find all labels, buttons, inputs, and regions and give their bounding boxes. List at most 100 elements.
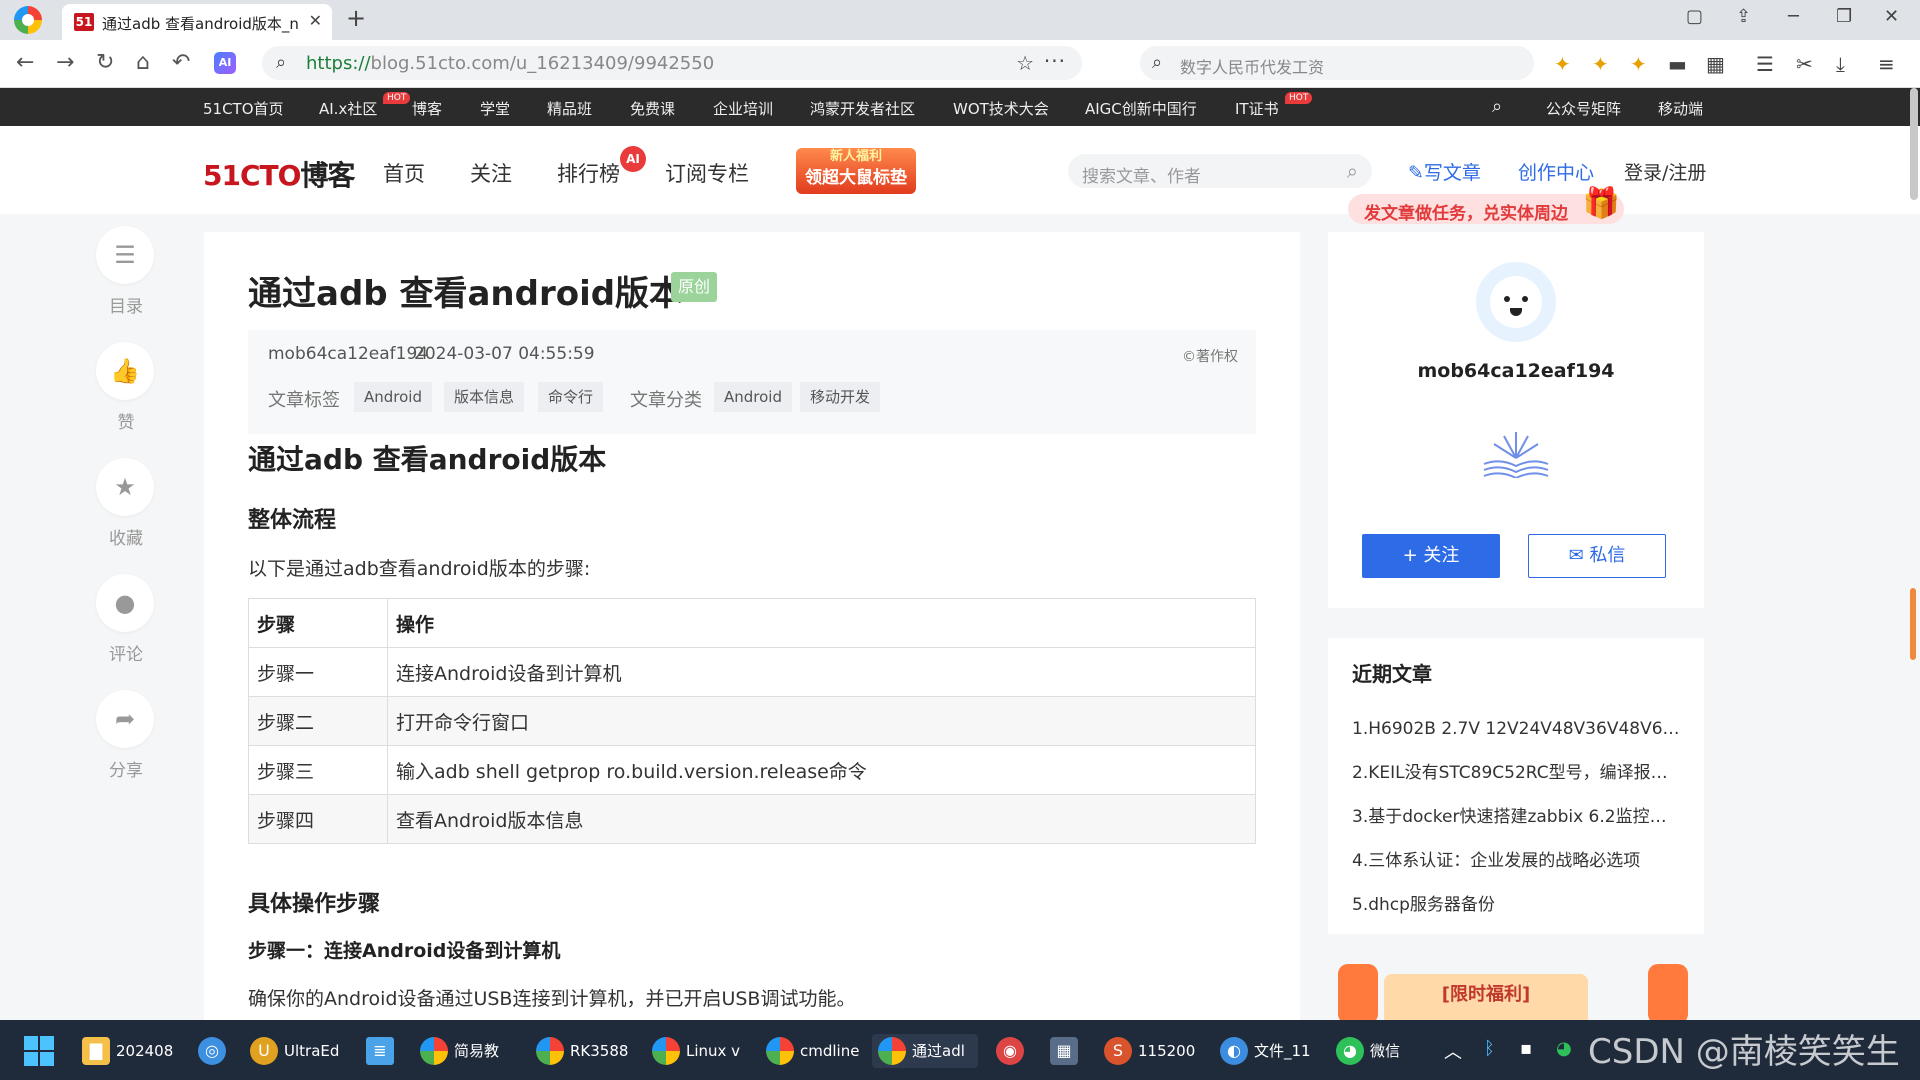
extension-1-icon[interactable]: ✦ — [1554, 52, 1571, 76]
tag-version-info[interactable]: 版本信息 — [444, 382, 525, 412]
taskbar-wechat[interactable]: ◕ 微信 — [1330, 1034, 1400, 1068]
topnav-academy[interactable]: 学堂 — [480, 98, 510, 119]
undo-close-icon[interactable]: ↶ — [172, 50, 190, 75]
apps-grid-icon[interactable]: ▦ — [1706, 52, 1725, 76]
side-tool-like[interactable]: 👍 赞 — [96, 342, 156, 433]
topnav-it-cert[interactable]: IT证书 HOT — [1235, 92, 1313, 119]
tag-command-line[interactable]: 命令行 — [538, 382, 604, 412]
creator-center-link[interactable]: 创作中心 — [1518, 158, 1594, 185]
topnav-harmony-community[interactable]: 鸿蒙开发者社区 — [810, 98, 915, 119]
extension-3-icon[interactable]: ✦ — [1630, 52, 1647, 76]
category-mobile-dev[interactable]: 移动开发 — [800, 382, 881, 412]
task-banner[interactable]: 发文章做任务，兑实体周边 🎁 — [1348, 186, 1624, 224]
bookmark-star-icon[interactable]: ☆ — [1016, 51, 1034, 75]
serial-tool-icon: S — [1104, 1037, 1132, 1065]
side-tool-share[interactable]: ➦ 分享 — [96, 690, 156, 781]
table-cell: 步骤二 — [248, 696, 388, 746]
taskbar-browser-active[interactable]: 通过adl — [872, 1034, 978, 1068]
taskbar-folder[interactable]: ▇ 202408 — [76, 1034, 173, 1068]
article-meta: mob64ca12eaf194 2024-03-07 04:55:59 ©著作权… — [248, 330, 1256, 434]
windows-start-icon[interactable] — [24, 1036, 54, 1066]
back-icon[interactable]: ← — [16, 50, 34, 75]
tab-close-icon[interactable]: ✕ — [309, 11, 322, 30]
taskbar-browser-3[interactable]: Linux v — [646, 1034, 740, 1068]
nav-home[interactable]: 首页 — [383, 158, 425, 188]
side-tool-comment[interactable]: ● 评论 — [96, 574, 156, 665]
browser-menu-icon[interactable]: ≡ — [1878, 52, 1895, 76]
topnav-search-icon[interactable]: ⌕ — [1492, 96, 1502, 117]
close-window-icon[interactable]: ✕ — [1884, 6, 1899, 27]
topnav-wechat-matrix[interactable]: 公众号矩阵 — [1546, 98, 1621, 119]
browser-tab-active[interactable]: 51 通过adb 查看android版本_n ✕ — [62, 4, 332, 40]
nav-follow[interactable]: 关注 — [470, 158, 512, 188]
taskbar-serial-tool[interactable]: S 115200 — [1098, 1034, 1195, 1068]
more-icon[interactable]: ··· — [1044, 49, 1066, 73]
home-icon[interactable]: ⌂ — [136, 50, 150, 75]
login-register-link[interactable]: 登录/注册 — [1624, 158, 1706, 185]
taskbar-browser-1[interactable]: 简易教 — [414, 1034, 499, 1068]
download-icon[interactable]: ⤓ — [1836, 52, 1845, 76]
category-android[interactable]: Android — [714, 382, 792, 412]
side-tool-toc[interactable]: ☰ 目录 — [96, 226, 156, 317]
topnav-ai-community[interactable]: AI.x社区 HOT — [319, 92, 411, 119]
side-tool-favorite[interactable]: ★ 收藏 — [96, 458, 156, 549]
browser-search-input[interactable]: ⌕ 数字人民币代发工资 — [1140, 46, 1534, 80]
tab-count-icon[interactable]: ▢ — [1686, 6, 1703, 27]
browser-icon — [766, 1037, 794, 1065]
write-article-button[interactable]: ✎写文章 — [1408, 158, 1481, 185]
extension-2-icon[interactable]: ✦ — [1592, 52, 1609, 76]
taskbar-ultraedit[interactable]: U UltraEd — [244, 1034, 339, 1068]
topnav-wot-conference[interactable]: WOT技术大会 — [953, 98, 1049, 119]
article-search-input[interactable]: 搜索文章、作者 ⌕ — [1068, 154, 1372, 188]
private-message-button[interactable]: ✉ 私信 — [1528, 534, 1666, 578]
taskbar-app[interactable]: ◉ — [990, 1034, 1030, 1068]
recent-article-link[interactable]: 1.H6902B 2.7V 12V24V48V36V48V60V72V80V降压… — [1352, 714, 1682, 739]
topnav-free-course[interactable]: 免费课 — [630, 98, 675, 119]
bluetooth-icon[interactable]: ᛒ — [1484, 1038, 1495, 1059]
taskbar-calculator[interactable]: ▦ — [1044, 1034, 1084, 1068]
tray-overflow-icon[interactable]: ︿ — [1444, 1038, 1462, 1064]
scissors-icon[interactable]: ✂ — [1796, 52, 1813, 76]
recent-article-link[interactable]: 3.基于docker快速搭建zabbix 6.2监控平台 — [1352, 802, 1682, 827]
topnav-mobile[interactable]: 移动端 — [1658, 98, 1703, 119]
card-icon[interactable]: ▬ — [1668, 52, 1687, 76]
browser-logo-icon[interactable] — [14, 6, 42, 34]
recent-article-link[interactable]: 4.三体系认证：企业发展的战略必选项 — [1352, 846, 1682, 871]
blog-logo[interactable]: 51CTO博客 — [203, 154, 355, 194]
topnav-enterprise-training[interactable]: 企业培训 — [713, 98, 773, 119]
nav-ranking[interactable]: 排行榜 — [557, 158, 620, 188]
taskbar-files[interactable]: ◐ 文件_11 — [1214, 1034, 1311, 1068]
follow-button[interactable]: + 关注 — [1362, 534, 1500, 578]
topnav-blog[interactable]: 博客 — [412, 98, 442, 119]
search-icon[interactable]: ⌕ — [1347, 159, 1358, 183]
recent-article-link[interactable]: 2.KEIL没有STC89C52RC型号，编译报错怎么办 — [1352, 758, 1682, 783]
taskbar-notepad[interactable]: ≣ — [360, 1034, 400, 1068]
topnav-aigc-tour[interactable]: AIGC创新中国行 — [1085, 98, 1197, 119]
nav-subscribe-column[interactable]: 订阅专栏 — [665, 158, 749, 188]
restore-icon[interactable]: ❐ — [1836, 6, 1852, 27]
tag-android[interactable]: Android — [354, 382, 432, 412]
reload-icon[interactable]: ↻ — [96, 50, 114, 75]
limited-offer-ad[interactable]: [限时福利] — [1328, 964, 1704, 1024]
forward-icon[interactable]: → — [56, 50, 74, 75]
new-tab-icon[interactable]: + — [346, 4, 366, 32]
avatar[interactable] — [1476, 262, 1556, 342]
taskbar-browser-4[interactable]: cmdline — [760, 1034, 859, 1068]
ai-assistant-icon[interactable]: AI — [214, 52, 236, 74]
pin-icon[interactable]: ⇪ — [1736, 6, 1751, 27]
url-text[interactable]: https://blog.51cto.com/u_16213409/994255… — [306, 53, 714, 74]
topnav-premium-class[interactable]: 精品班 — [547, 98, 592, 119]
tray-app-icon[interactable]: ▪ — [1520, 1038, 1532, 1059]
recent-article-link[interactable]: 5.dhcp服务器备份 — [1352, 890, 1682, 915]
taskbar-app[interactable]: ◎ — [192, 1034, 232, 1068]
taskbar-browser-2[interactable]: RK3588 — [530, 1034, 628, 1068]
author-name[interactable]: mob64ca12eaf194 — [1328, 360, 1704, 382]
favorites-icon[interactable]: ☰ — [1756, 52, 1774, 76]
newcomer-promo-banner[interactable]: 新人福利 领超大鼠标垫 — [796, 148, 916, 194]
url-field[interactable]: ⌕ https://blog.51cto.com/u_16213409/9942… — [262, 46, 1082, 80]
minimize-icon[interactable]: ─ — [1788, 6, 1799, 27]
tray-wechat-icon[interactable]: ◕ — [1556, 1038, 1572, 1059]
topnav-51cto-home[interactable]: 51CTO首页 — [203, 98, 284, 119]
meta-author-link[interactable]: mob64ca12eaf194 — [268, 344, 428, 364]
page-scrollbar-thumb[interactable] — [1910, 88, 1918, 200]
